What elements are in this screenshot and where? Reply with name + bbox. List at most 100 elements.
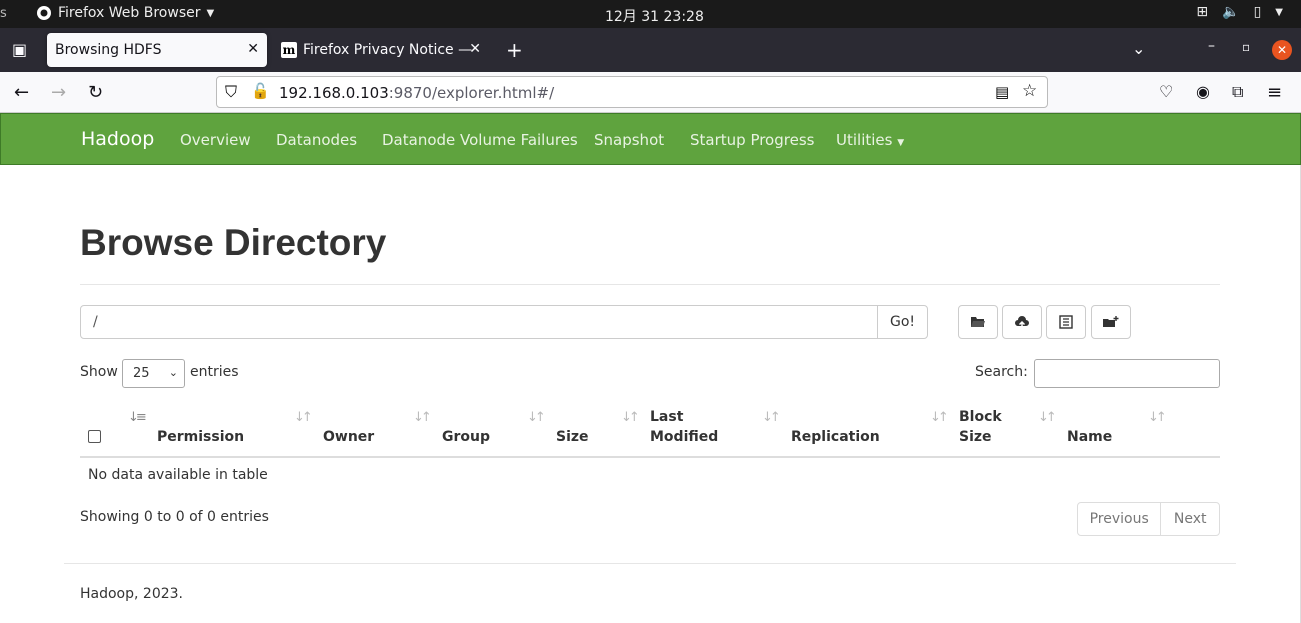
extensions-icon[interactable]: ⧉ <box>1232 82 1243 102</box>
col-header-line: Block <box>959 409 1002 425</box>
list-alt-icon <box>1059 315 1073 329</box>
col-header-group[interactable]: Group <box>442 427 490 447</box>
url-text: 192.168.0.103:9870/explorer.html#/ <box>279 84 554 102</box>
os-app-menu[interactable]: Firefox Web Browser ▼ <box>36 5 214 21</box>
list-button[interactable] <box>1046 305 1086 339</box>
empty-table-message: No data available in table <box>88 467 268 483</box>
sort-icon[interactable]: ↓↑ <box>930 410 949 425</box>
new-directory-button[interactable] <box>1091 305 1131 339</box>
search-label: Search: <box>975 364 1028 380</box>
col-header-last-modified[interactable]: Last Modified <box>650 407 718 447</box>
search-input[interactable] <box>1034 359 1220 388</box>
sort-asc-icon[interactable]: ↓≡ <box>128 410 147 425</box>
back-icon[interactable]: ← <box>14 82 29 103</box>
caret-down-icon: ▼ <box>1275 6 1283 18</box>
directory-path-input[interactable]: / <box>80 305 878 339</box>
footer-text: Hadoop, 2023. <box>80 586 183 602</box>
chevron-down-icon: ⌄ <box>168 366 178 379</box>
url-path: :9870/explorer.html#/ <box>388 84 555 102</box>
col-header-permission[interactable]: Permission <box>157 427 244 447</box>
system-tray[interactable]: ⊞ 🔈 ▯ ▼ <box>1196 4 1283 20</box>
pagination: Previous Next <box>1077 502 1220 536</box>
nav-utilities[interactable]: Utilities ▼ <box>836 131 904 149</box>
os-app-name: Firefox Web Browser <box>58 5 201 21</box>
tab-label: Firefox Privacy Notice — <box>303 42 473 58</box>
sort-icon[interactable]: ↓↑ <box>294 410 313 425</box>
battery-icon: ▯ <box>1253 4 1262 20</box>
sort-icon[interactable]: ↓↑ <box>762 410 781 425</box>
sort-icon[interactable]: ↓↑ <box>1148 410 1167 425</box>
divider <box>80 284 1220 285</box>
network-icon: ⊞ <box>1196 4 1209 20</box>
account-icon[interactable]: ◉ <box>1196 82 1210 101</box>
mozilla-icon: m <box>281 42 297 58</box>
url-bar[interactable]: ⛉ 🔓 192.168.0.103:9870/explorer.html#/ ▤… <box>216 76 1048 108</box>
caret-down-icon: ▼ <box>206 7 215 19</box>
page-title: Browse Directory <box>80 222 387 263</box>
nav-datanodes[interactable]: Datanodes <box>276 131 357 149</box>
nav-utilities-label: Utilities <box>836 131 893 149</box>
list-tabs-icon[interactable]: ⌄ <box>1132 39 1145 58</box>
reload-icon[interactable]: ↻ <box>88 82 103 103</box>
os-top-bar: s Firefox Web Browser ▼ 12月 31 23:28 ⊞ 🔈… <box>0 0 1301 28</box>
hadoop-brand[interactable]: Hadoop <box>81 128 154 150</box>
show-label: Show <box>80 364 118 380</box>
maximize-icon[interactable]: ▫ <box>1242 40 1250 54</box>
tab-overview-icon[interactable]: ▣ <box>12 40 27 59</box>
close-tab-icon[interactable]: ✕ <box>247 41 259 57</box>
pocket-icon[interactable]: ♡ <box>1159 82 1173 101</box>
col-header-size[interactable]: Size <box>556 427 589 447</box>
reader-view-icon[interactable]: ▤ <box>995 83 1009 101</box>
new-tab-icon[interactable]: + <box>506 38 523 62</box>
next-button[interactable]: Next <box>1161 503 1219 535</box>
nav-snapshot[interactable]: Snapshot <box>594 131 664 149</box>
open-folder-button[interactable] <box>958 305 998 339</box>
menu-icon[interactable]: ≡ <box>1267 82 1282 103</box>
navigation-toolbar: ← → ↻ ⛉ 🔓 192.168.0.103:9870/explorer.ht… <box>0 72 1301 113</box>
col-header-line: Modified <box>650 429 719 445</box>
sort-icon[interactable]: ↓↑ <box>1038 410 1057 425</box>
insecure-lock-icon[interactable]: 🔓 <box>251 82 270 100</box>
tab-browsing-hdfs[interactable]: Browsing HDFS ✕ <box>47 33 267 67</box>
bookmark-star-icon[interactable]: ☆ <box>1022 81 1037 101</box>
forward-icon[interactable]: → <box>51 82 66 103</box>
volume-icon: 🔈 <box>1222 4 1240 20</box>
tab-bar: ▣ Browsing HDFS ✕ m Firefox Privacy Noti… <box>0 28 1301 72</box>
table-info: Showing 0 to 0 of 0 entries <box>80 509 269 525</box>
sort-icon[interactable]: ↓↑ <box>527 410 546 425</box>
entries-select-value: 25 <box>133 366 150 381</box>
nav-datanode-volume-failures[interactable]: Datanode Volume Failures <box>382 131 578 149</box>
entries-per-page-select[interactable]: 25 ⌄ <box>122 359 185 388</box>
entries-label: entries <box>190 364 239 380</box>
shield-icon[interactable]: ⛉ <box>225 82 237 102</box>
col-header-block-size[interactable]: Block Size <box>959 407 1002 447</box>
folder-open-icon <box>971 317 985 327</box>
caret-down-icon: ▼ <box>897 138 905 148</box>
col-header-line: Last <box>650 409 684 425</box>
col-header-line: Size <box>959 429 992 445</box>
minimize-icon[interactable]: – <box>1208 38 1215 54</box>
firefox-icon <box>37 6 51 20</box>
col-header-name[interactable]: Name <box>1067 427 1112 447</box>
previous-button[interactable]: Previous <box>1078 503 1162 535</box>
col-header-replication[interactable]: Replication <box>791 427 880 447</box>
close-window-icon[interactable]: ✕ <box>1272 40 1292 60</box>
sort-icon[interactable]: ↓↑ <box>413 410 432 425</box>
footer-divider <box>64 563 1236 564</box>
tab-label: Browsing HDFS <box>55 42 162 58</box>
cloud-upload-icon <box>1015 316 1029 328</box>
upload-button[interactable] <box>1002 305 1042 339</box>
col-header-owner[interactable]: Owner <box>323 427 374 447</box>
os-clock[interactable]: 12月 31 23:28 <box>605 6 704 26</box>
close-tab-icon[interactable]: ✕ <box>469 41 481 57</box>
hadoop-navbar: Hadoop Overview Datanodes Datanode Volum… <box>0 113 1301 165</box>
select-all-checkbox[interactable] <box>88 430 101 443</box>
folder-plus-icon <box>1103 316 1119 327</box>
url-host: 192.168.0.103 <box>279 84 389 102</box>
sort-icon[interactable]: ↓↑ <box>621 410 640 425</box>
go-button[interactable]: Go! <box>877 305 928 339</box>
nav-startup-progress[interactable]: Startup Progress <box>690 131 814 149</box>
table-header-border <box>80 456 1220 458</box>
nav-overview[interactable]: Overview <box>180 131 251 149</box>
tab-privacy-notice[interactable]: m Firefox Privacy Notice — ✕ <box>273 33 489 67</box>
